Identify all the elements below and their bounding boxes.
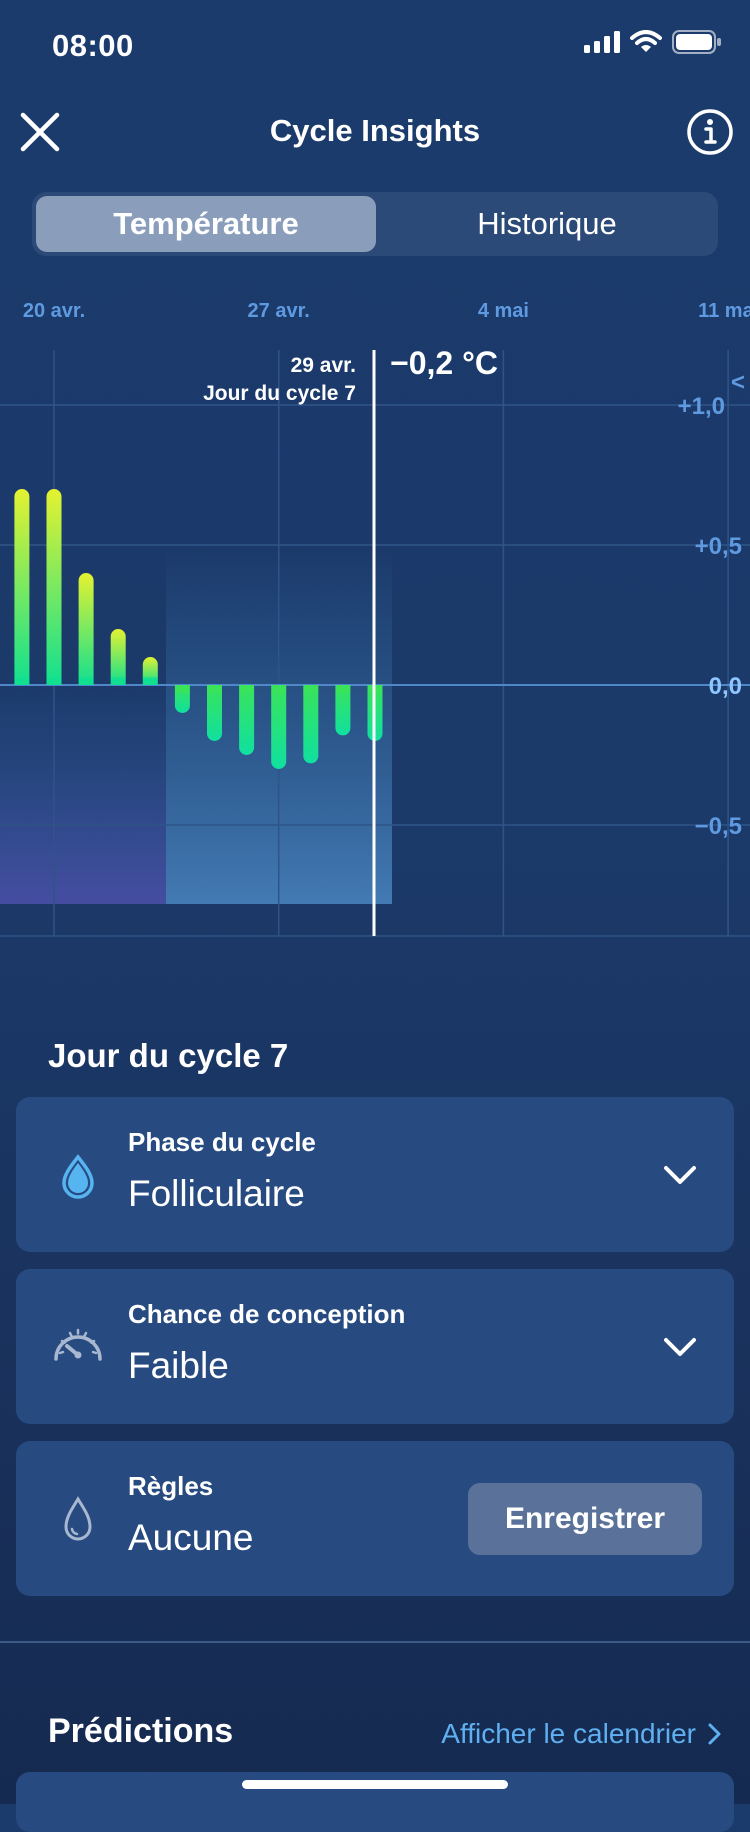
selected-cycle-day: Jour du cycle 7 (203, 382, 356, 405)
wifi-icon (630, 30, 662, 52)
drop-outline-icon (64, 1496, 92, 1541)
temperature-bar (335, 685, 351, 736)
conception-label: Chance de conception (128, 1299, 406, 1329)
temperature-bar-base (110, 677, 126, 685)
battery-icon (672, 30, 721, 54)
temperature-bar-base (142, 677, 158, 685)
tab-historique[interactable]: Historique (376, 196, 718, 252)
cycle-day-title: Jour du cycle 7 (48, 1037, 289, 1074)
selected-date: 29 avr. (291, 354, 356, 377)
show-calendar-label: Afficher le calendrier (441, 1718, 696, 1749)
info-button[interactable] (686, 108, 734, 156)
temperature-bar (14, 489, 30, 685)
y-axis-caret: < (731, 369, 745, 396)
record-period-button[interactable]: Enregistrer (468, 1483, 702, 1555)
temperature-bar (271, 685, 287, 769)
temperature-bar (46, 489, 62, 685)
temperature-bar-base (207, 685, 222, 693)
temperature-bar-base (78, 677, 94, 685)
temperature-bar (303, 685, 319, 764)
temperature-bar-base (14, 677, 30, 685)
phase-card[interactable]: Phase du cycle Folliculaire (16, 1097, 734, 1252)
info-icon (687, 109, 733, 155)
temperature-bar (78, 573, 94, 685)
period-card: Règles Aucune Enregistrer (16, 1441, 734, 1596)
x-tick-label: 11 ma (698, 300, 750, 322)
chevron-down-icon[interactable] (660, 1155, 700, 1195)
status-time: 08:00 (52, 28, 134, 63)
phase-value: Folliculaire (128, 1173, 305, 1214)
period-value: Aucune (128, 1517, 254, 1558)
x-tick-label: 27 avr. (248, 300, 310, 322)
signal-icon (584, 31, 620, 53)
temperature-bar-base (335, 685, 351, 693)
temperature-bar-base (46, 677, 62, 685)
section-divider (0, 1641, 750, 1643)
period-label: Règles (128, 1471, 214, 1501)
conception-value: Faible (128, 1345, 229, 1386)
predictions-title: Prédictions (48, 1712, 234, 1750)
gauge-icon (54, 1328, 102, 1361)
phase-menstrual-band (0, 680, 166, 904)
temperature-bar-base (303, 685, 319, 693)
temperature-bar (207, 685, 222, 741)
temperature-bar-base (271, 685, 287, 693)
show-calendar-link[interactable]: Afficher le calendrier (441, 1718, 724, 1750)
x-tick-label: 4 mai (478, 300, 529, 322)
selected-temperature-value: −0,2 °C (390, 345, 498, 381)
x-axis-ticks: 20 avr. 27 avr. 4 mai 11 ma (23, 300, 750, 322)
x-tick-label: 20 avr. (23, 300, 85, 322)
tab-temperature[interactable]: Température (36, 196, 376, 252)
drop-filled-icon (62, 1154, 94, 1199)
phase-label: Phase du cycle (128, 1127, 316, 1157)
y-axis-ticks: +1,0 +0,5 0,0 −0,5 (678, 393, 742, 840)
page-title: Cycle Insights (269, 113, 481, 148)
temperature-bar (110, 629, 126, 685)
chevron-right-icon (708, 1723, 721, 1745)
home-indicator (242, 1780, 508, 1789)
y-tick-label: +1,0 (678, 393, 725, 420)
status-icons (584, 30, 722, 54)
chevron-down-icon[interactable] (660, 1327, 700, 1367)
segmented-control: Température Historique (32, 192, 718, 256)
temperature-chart[interactable]: 20 avr. 27 avr. 4 mai 11 ma +1,0 +0,5 0,0 −0,5… (0, 290, 750, 940)
temperature-bar-base (239, 685, 255, 693)
y-tick-label: +0,5 (695, 533, 742, 560)
y-tick-label: −0,5 (695, 813, 742, 840)
temperature-bar (239, 685, 255, 755)
y-tick-label: 0,0 (709, 673, 742, 700)
temperature-bar-base (174, 685, 190, 693)
conception-card[interactable]: Chance de conception Faible (16, 1269, 734, 1424)
